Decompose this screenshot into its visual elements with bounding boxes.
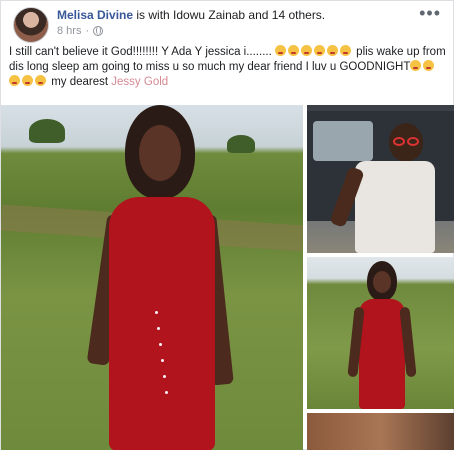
- crying-emoji-icon: [313, 45, 325, 56]
- post-time-line: 8 hrs ·: [57, 23, 325, 39]
- crying-emoji-icon: [274, 45, 286, 56]
- ellipsis-icon[interactable]: •••: [419, 4, 441, 22]
- post-meta: Melisa Divine is with Idowu Zainab and 1…: [57, 7, 325, 39]
- photo-main[interactable]: [1, 105, 303, 450]
- author-name[interactable]: Melisa Divine: [57, 8, 133, 22]
- photo-dress-button: [159, 343, 162, 346]
- photo-dress-button: [163, 375, 166, 378]
- crying-emoji-icon: [35, 75, 46, 86]
- photo-grid: [1, 105, 454, 450]
- photo-bottom-right[interactable]: [307, 413, 454, 450]
- photo-dress-button: [157, 327, 160, 330]
- crying-emoji-icon: [423, 60, 435, 71]
- crying-emoji-icon: [22, 75, 33, 86]
- photo-tree: [29, 119, 65, 143]
- photo-person-red-dress: [81, 105, 241, 450]
- photo-glasses: [393, 137, 405, 146]
- photo-red-dress: [359, 299, 405, 409]
- time-separator: ·: [85, 25, 90, 37]
- caption-text-3: my dearest: [48, 76, 112, 88]
- crying-emoji-icon: [9, 75, 20, 86]
- photo-glasses: [407, 137, 419, 146]
- crying-emoji-icon: [287, 45, 299, 56]
- globe-icon[interactable]: [93, 26, 104, 36]
- photo-face: [373, 271, 391, 293]
- facebook-post: Melisa Divine is with Idowu Zainab and 1…: [0, 0, 454, 450]
- crying-emoji-icon: [300, 45, 312, 56]
- crying-emoji-icon: [410, 60, 422, 71]
- post-timestamp[interactable]: 8 hrs: [57, 23, 81, 39]
- photo-dress-button: [161, 359, 164, 362]
- post-caption: I still can't believe it God!!!!!!!! Y A…: [9, 45, 449, 90]
- crying-emoji-group-1: [274, 45, 353, 58]
- photo-face: [139, 125, 181, 181]
- photo-white-tshirt: [355, 161, 435, 253]
- photo-dress-button: [165, 391, 168, 394]
- crying-emoji-icon: [339, 45, 351, 56]
- author-avatar[interactable]: [13, 7, 49, 43]
- photo-middle-right[interactable]: [307, 257, 454, 409]
- photo-dress-button: [155, 311, 158, 314]
- tagged-text[interactable]: is with Idowu Zainab and 14 others.: [133, 8, 325, 22]
- author-line: Melisa Divine is with Idowu Zainab and 1…: [57, 7, 325, 23]
- post-header: Melisa Divine is with Idowu Zainab and 1…: [9, 4, 445, 43]
- photo-top-right[interactable]: [307, 105, 454, 253]
- crying-emoji-icon: [326, 45, 338, 56]
- photo-red-dress: [109, 197, 215, 450]
- caption-text-1: I still can't believe it God!!!!!!!! Y A…: [9, 46, 275, 58]
- mention-link[interactable]: Jessy Gold: [111, 76, 168, 88]
- photo-person-white-shirt: [329, 123, 443, 253]
- photo-person-red-dress-small: [347, 261, 417, 409]
